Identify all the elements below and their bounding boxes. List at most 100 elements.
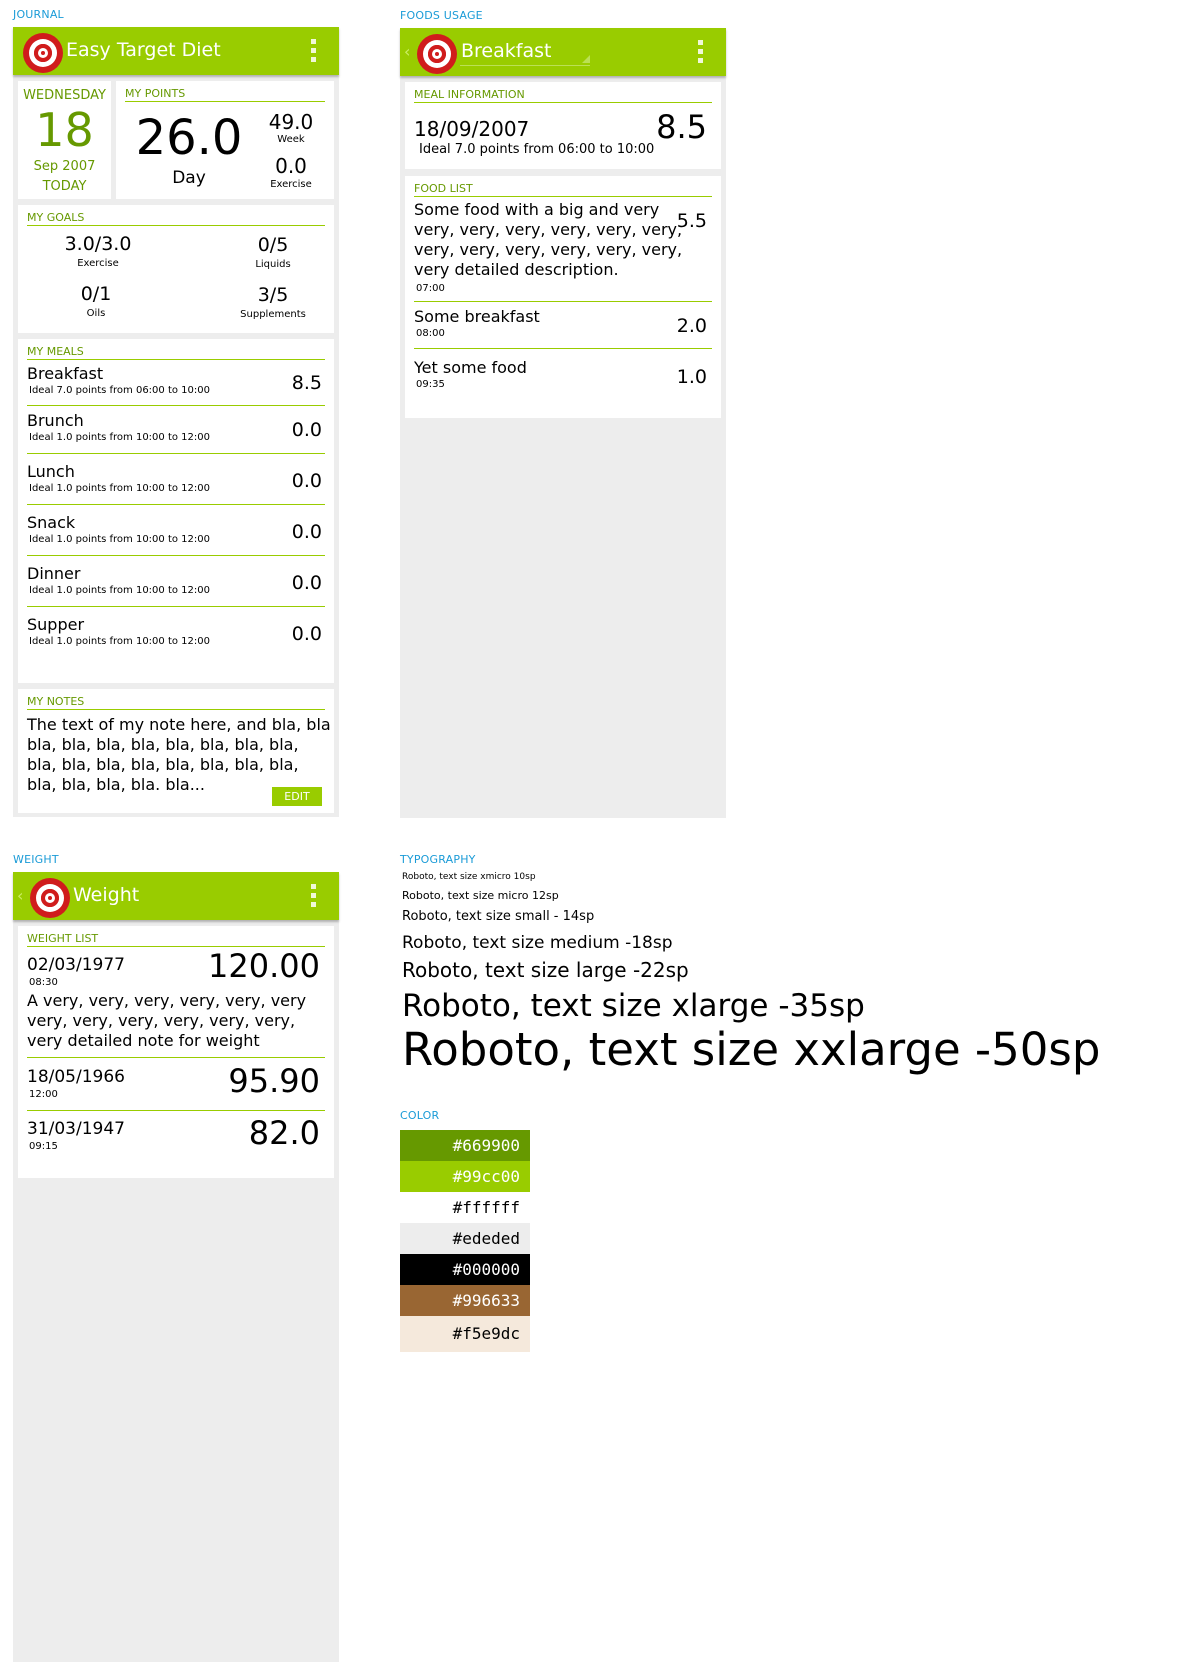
meal-divider xyxy=(27,504,325,505)
food-divider xyxy=(414,348,712,349)
weight-screen: ‹ Weight WEIGHT LIST 02/03/1977 08:30 12… xyxy=(13,872,339,1662)
day-number: 18 xyxy=(35,103,94,157)
spinner-triangle-icon[interactable] xyxy=(582,55,590,63)
meal-ideal-dinner: Ideal 1.0 points from 10:00 to 12:00 xyxy=(29,585,210,596)
food-points: 2.0 xyxy=(676,315,707,337)
food-time: 08:00 xyxy=(416,328,445,339)
points-card: MY POINTS 26.0 Day 49.0 Week 0.0 Exercis… xyxy=(116,81,334,199)
food-time: 07:00 xyxy=(416,283,445,294)
meal-divider xyxy=(27,606,325,607)
food-points: 5.5 xyxy=(676,210,707,232)
note-line: bla, bla, bla, bla, bla, bla, bla, bla, xyxy=(27,735,299,754)
meal-name-dinner[interactable]: Dinner xyxy=(27,564,80,583)
target-logo-icon[interactable] xyxy=(417,34,457,74)
back-caret-icon[interactable]: ‹ xyxy=(404,42,410,61)
meal-date: 18/09/2007 xyxy=(414,117,530,141)
typography-sample-xmicro: Roboto, text size xmicro 10sp xyxy=(402,872,536,882)
meal-information-rule xyxy=(414,102,712,103)
relative-day: TODAY xyxy=(42,179,87,194)
meal-ideal-brunch: Ideal 1.0 points from 10:00 to 12:00 xyxy=(29,432,210,443)
weight-note-line: A very, very, very, very, very, very xyxy=(27,991,307,1010)
day-points: 26.0 xyxy=(135,110,243,166)
note-line: The text of my note here, and bla, bla xyxy=(27,715,331,734)
meal-divider xyxy=(27,453,325,454)
food-name[interactable]: Yet some food xyxy=(414,358,527,377)
meal-name-brunch[interactable]: Brunch xyxy=(27,411,84,430)
weight-list-header: WEIGHT LIST xyxy=(27,932,99,945)
overflow-menu-icon[interactable] xyxy=(311,884,317,908)
weight-date[interactable]: 02/03/1977 xyxy=(27,955,125,975)
section-label-typography: TYPOGRAPHY xyxy=(400,853,476,866)
target-logo-icon[interactable] xyxy=(23,33,63,73)
weight-list-card: WEIGHT LIST 02/03/1977 08:30 120.00 A ve… xyxy=(18,926,334,1178)
food-list-rule xyxy=(414,196,712,197)
section-label-color: COLOR xyxy=(400,1109,440,1122)
goals-header-rule xyxy=(27,225,325,226)
meal-name-snack[interactable]: Snack xyxy=(27,513,75,532)
meal-spinner-title[interactable]: Breakfast xyxy=(461,40,551,62)
meal-information-card: MEAL INFORMATION 18/09/2007 8.5 Ideal 7.… xyxy=(405,82,721,169)
edit-notes-button[interactable]: EDIT xyxy=(272,787,322,806)
food-description-line[interactable]: Some food with a big and very xyxy=(414,200,659,219)
weight-date[interactable]: 18/05/1966 xyxy=(27,1067,125,1087)
weight-date[interactable]: 31/03/1947 xyxy=(27,1119,125,1139)
food-name[interactable]: Some breakfast xyxy=(414,307,540,326)
notes-header: MY NOTES xyxy=(27,695,85,708)
week-points-label: Week xyxy=(277,134,305,145)
typography-sample-medium: Roboto, text size medium -18sp xyxy=(402,933,673,953)
meal-ideal-breakfast: Ideal 7.0 points from 06:00 to 10:00 xyxy=(29,385,210,396)
goal-value-oils: 0/1 xyxy=(80,283,112,305)
weight-action-bar: ‹ Weight xyxy=(13,872,339,920)
weight-value: 120.00 xyxy=(208,947,320,985)
weight-time: 09:15 xyxy=(29,1141,58,1152)
food-divider xyxy=(414,301,712,302)
meals-header-rule xyxy=(27,359,325,360)
goal-label-oils: Oils xyxy=(86,308,106,319)
typography-sample-micro: Roboto, text size micro 12sp xyxy=(402,889,559,902)
goals-card[interactable]: MY GOALS 3.0/3.0 Exercise 0/5 Liquids 0/… xyxy=(18,205,334,333)
food-description-line[interactable]: very, very, very, very, very, very, xyxy=(414,220,682,239)
meals-card: MY MEALS Breakfast Ideal 7.0 points from… xyxy=(18,339,334,683)
typography-sample-xlarge: Roboto, text size xlarge -35sp xyxy=(402,988,865,1024)
target-logo-icon[interactable] xyxy=(30,878,70,918)
food-list-header: FOOD LIST xyxy=(414,182,473,195)
meal-points-lunch: 0.0 xyxy=(291,470,322,492)
notes-card: MY NOTES The text of my note here, and b… xyxy=(18,689,334,813)
back-caret-icon[interactable]: ‹ xyxy=(17,886,23,905)
color-swatch: #ededed xyxy=(400,1223,530,1254)
meal-name-breakfast[interactable]: Breakfast xyxy=(27,364,103,383)
weight-note-line: very detailed note for weight xyxy=(27,1031,260,1050)
weekday: WEDNESDAY xyxy=(23,88,106,103)
exercise-points-label: Exercise xyxy=(270,179,312,190)
color-swatch: #f5e9dc xyxy=(400,1316,530,1352)
meal-points-snack: 0.0 xyxy=(291,521,322,543)
month-year: Sep 2007 xyxy=(33,159,96,174)
overflow-menu-icon[interactable] xyxy=(311,39,317,63)
exercise-points: 0.0 xyxy=(275,154,307,178)
day-points-label: Day xyxy=(172,168,206,188)
meal-name-lunch[interactable]: Lunch xyxy=(27,462,75,481)
goals-header: MY GOALS xyxy=(27,211,85,224)
weight-time: 12:00 xyxy=(29,1089,58,1100)
typography-sample-large: Roboto, text size large -22sp xyxy=(402,958,689,982)
notes-header-rule xyxy=(27,709,325,710)
color-swatch: #996633 xyxy=(400,1285,530,1316)
meal-ideal-supper: Ideal 1.0 points from 10:00 to 12:00 xyxy=(29,636,210,647)
date-card[interactable]: WEDNESDAY 18 Sep 2007 TODAY xyxy=(18,81,111,199)
meal-name-supper[interactable]: Supper xyxy=(27,615,84,634)
overflow-menu-icon[interactable] xyxy=(698,40,704,64)
color-swatch: #ffffff xyxy=(400,1192,530,1223)
week-points: 49.0 xyxy=(268,110,314,134)
meal-divider xyxy=(27,555,325,556)
meal-ideal-lunch: Ideal 1.0 points from 10:00 to 12:00 xyxy=(29,483,210,494)
food-description-line[interactable]: very, very, very, very, very, very, xyxy=(414,240,682,259)
food-description-line[interactable]: very detailed description. xyxy=(414,260,619,279)
color-swatch: #000000 xyxy=(400,1254,530,1285)
meal-divider xyxy=(27,405,325,406)
meal-points-supper: 0.0 xyxy=(291,623,322,645)
food-list-card: FOOD LIST Some food with a big and very … xyxy=(405,176,721,418)
food-time: 09:35 xyxy=(416,379,445,390)
note-line: bla, bla, bla, bla. bla... xyxy=(27,775,205,794)
goal-value-supplements: 3/5 xyxy=(257,284,289,306)
weight-value: 95.90 xyxy=(228,1062,320,1100)
